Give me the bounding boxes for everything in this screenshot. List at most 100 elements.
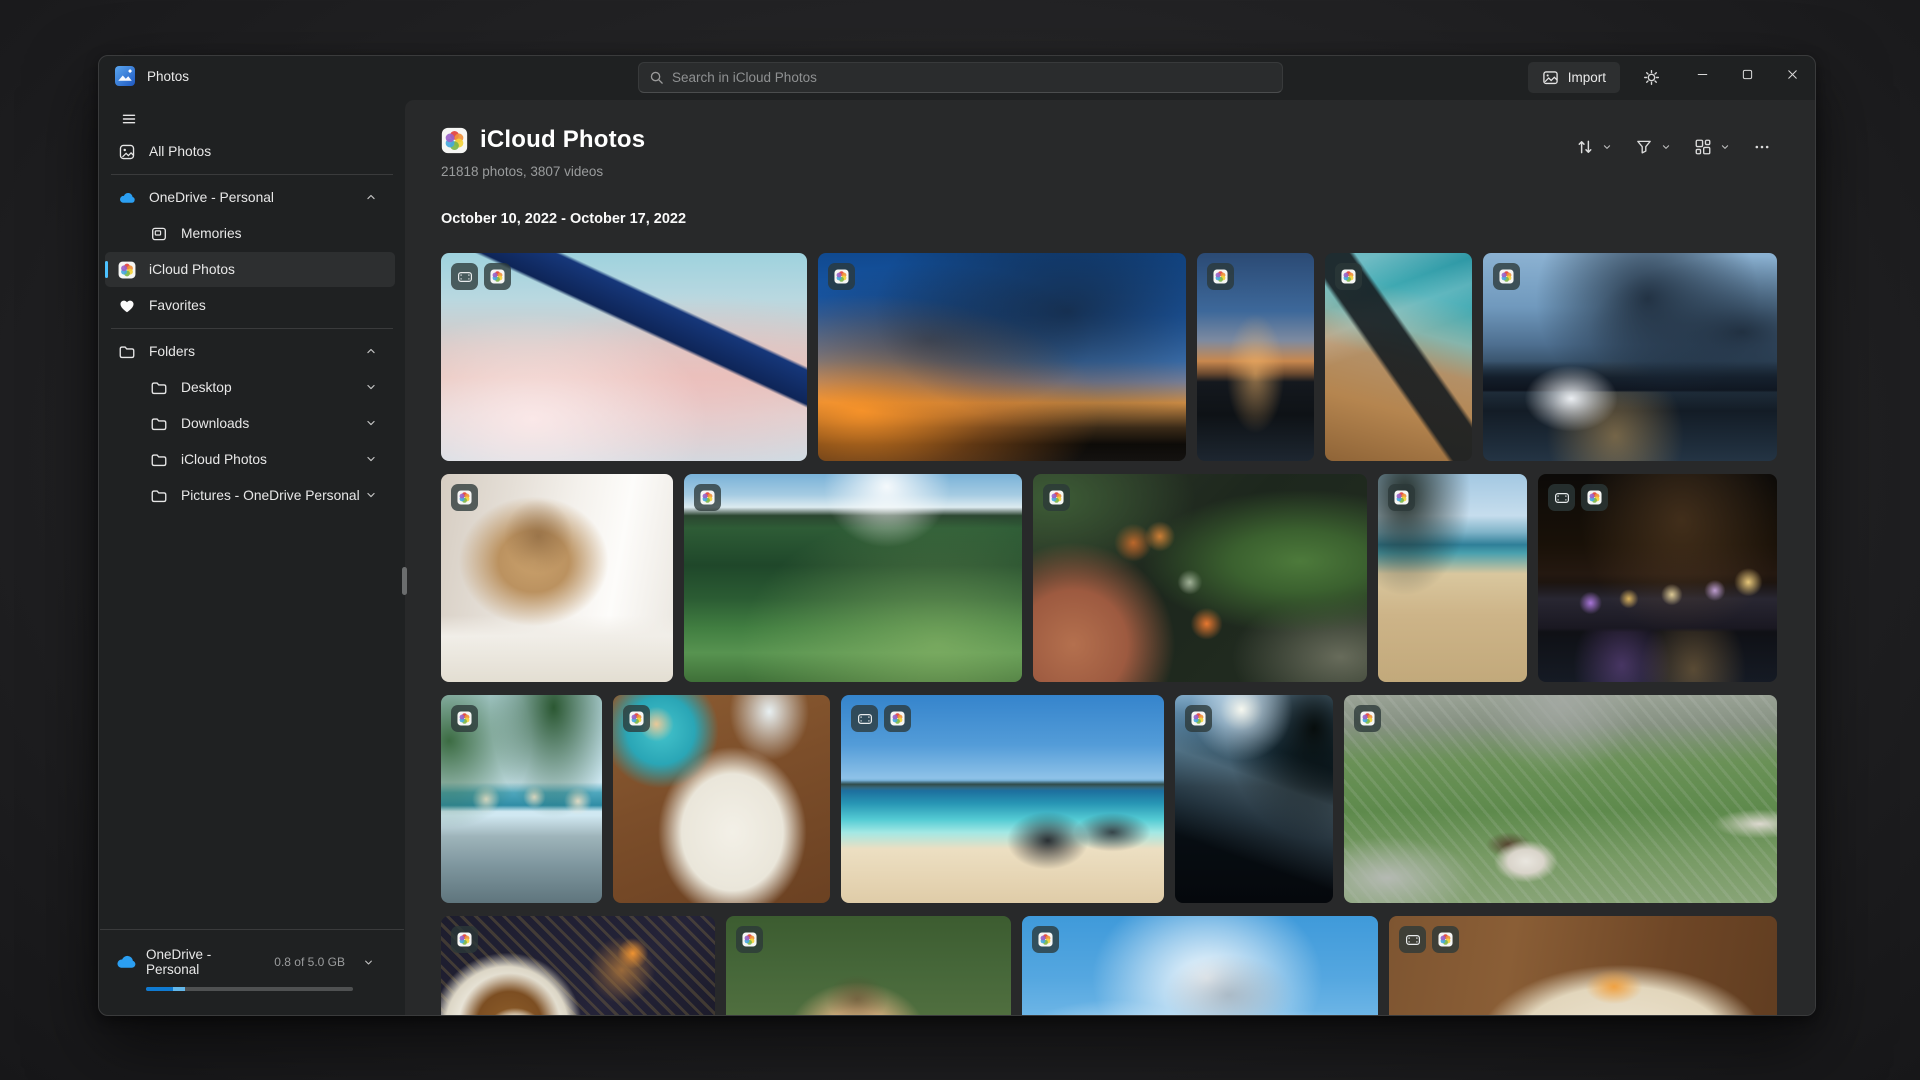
chevron-down-icon[interactable]	[362, 956, 375, 969]
photo-tile[interactable]	[1325, 253, 1472, 461]
icloud-badge-icon	[1032, 926, 1059, 953]
photo-tile[interactable]	[818, 253, 1186, 461]
close-icon	[1785, 67, 1800, 82]
chevron-up-icon	[364, 190, 378, 204]
search-input[interactable]	[672, 70, 1272, 85]
layout-button[interactable]	[1688, 132, 1737, 162]
sidebar-item-desktop[interactable]: Desktop	[105, 370, 395, 405]
page-title: iCloud Photos	[480, 126, 646, 153]
photo-badges	[1207, 263, 1234, 290]
storage-progress-used	[146, 987, 173, 991]
folder-icon	[150, 451, 168, 469]
photo-badges	[451, 705, 478, 732]
storage-usage: 0.8 of 5.0 GB	[274, 955, 345, 969]
chevron-down-icon	[364, 380, 378, 394]
gallery-toolbar	[1570, 132, 1777, 162]
photo-badges	[1493, 263, 1520, 290]
sidebar-item-icloud-photos[interactable]: iCloud Photos	[105, 442, 395, 477]
sidebar-item-icloud-photos[interactable]: iCloud Photos	[105, 252, 395, 287]
sidebar-resize-handle[interactable]	[402, 567, 407, 595]
chevron-up-icon	[364, 344, 378, 358]
memories-icon	[150, 225, 168, 243]
chevron-down-icon	[364, 416, 378, 430]
video-badge-icon	[851, 705, 878, 732]
sort-button[interactable]	[1570, 132, 1619, 162]
sidebar-item-label: Pictures - OneDrive Personal	[181, 488, 360, 503]
icloud-badge-icon	[1581, 484, 1608, 511]
sidebar-item-label: OneDrive - Personal	[149, 190, 274, 205]
chevron-down-icon	[1601, 141, 1613, 153]
import-icon	[1542, 69, 1559, 86]
icloud-badge-icon	[1354, 705, 1381, 732]
photo-badges	[1335, 263, 1362, 290]
photo-tile[interactable]	[1197, 253, 1314, 461]
import-button[interactable]: Import	[1527, 62, 1620, 93]
photos-app-icon	[115, 66, 135, 86]
photos-app-window: Photos Import	[98, 55, 1816, 1016]
sidebar-item-label: Memories	[181, 226, 242, 241]
sidebar-item-pictures-onedrive-personal[interactable]: Pictures - OneDrive Personal	[105, 478, 395, 513]
icloud-photos-icon	[441, 127, 468, 154]
sidebar-item-all-photos[interactable]: All Photos	[105, 134, 395, 169]
close-button[interactable]	[1770, 56, 1815, 92]
filter-button[interactable]	[1629, 132, 1678, 162]
photo-badges	[451, 484, 478, 511]
sidebar-item-memories[interactable]: Memories	[105, 216, 395, 251]
photo-row	[441, 253, 1777, 461]
video-badge-icon	[451, 263, 478, 290]
maximize-button[interactable]	[1725, 56, 1770, 92]
photo-tile[interactable]	[1344, 695, 1777, 903]
icloud-badge-icon	[1185, 705, 1212, 732]
chevron-down-icon	[1660, 141, 1672, 153]
settings-button[interactable]	[1630, 62, 1672, 93]
search-icon	[649, 70, 664, 85]
divider	[111, 328, 393, 329]
photo-tile[interactable]	[1483, 253, 1777, 461]
photo-badges	[1399, 926, 1459, 953]
search-box[interactable]	[638, 62, 1283, 93]
onedrive-icon	[115, 951, 137, 973]
filter-icon	[1635, 138, 1653, 156]
minimize-button[interactable]	[1680, 56, 1725, 92]
sidebar-item-favorites[interactable]: Favorites	[105, 288, 395, 323]
photo-tile[interactable]	[1389, 916, 1777, 1015]
sidebar-item-label: Favorites	[149, 298, 206, 313]
icloud-badge-icon	[1335, 263, 1362, 290]
photo-tile[interactable]	[441, 916, 715, 1015]
photo-tile[interactable]	[726, 916, 1011, 1015]
menu-toggle-button[interactable]	[113, 105, 145, 133]
folder-icon	[150, 415, 168, 433]
sidebar-item-folders[interactable]: Folders	[105, 334, 395, 369]
photo-tile[interactable]	[1175, 695, 1333, 903]
sidebar-item-onedrive-personal[interactable]: OneDrive - Personal	[105, 180, 395, 215]
main-panel: iCloud Photos 21818 photos, 3807 videos …	[405, 100, 1815, 1015]
sidebar-nav: All Photos OneDrive - Personal Memories iCl…	[99, 134, 405, 514]
icloud-badge-icon	[1493, 263, 1520, 290]
folder-icon	[150, 379, 168, 397]
photo-row	[441, 695, 1777, 903]
photo-tile[interactable]	[441, 695, 602, 903]
icloud-badge-icon	[451, 484, 478, 511]
photo-badges	[623, 705, 650, 732]
photo-badges	[451, 926, 478, 953]
photo-tile[interactable]	[1033, 474, 1367, 682]
more-button[interactable]	[1747, 132, 1777, 162]
library-counts: 21818 photos, 3807 videos	[441, 164, 604, 179]
photo-tile[interactable]	[1538, 474, 1777, 682]
video-badge-icon	[1399, 926, 1426, 953]
folder-icon	[150, 487, 168, 505]
photo-tile[interactable]	[841, 695, 1164, 903]
photo-tile[interactable]	[1378, 474, 1527, 682]
photo-tile[interactable]	[684, 474, 1022, 682]
sidebar-item-label: iCloud Photos	[181, 452, 267, 467]
photo-badges	[1043, 484, 1070, 511]
photo-badges	[851, 705, 911, 732]
heart-icon	[118, 297, 136, 315]
photo-tile[interactable]	[1022, 916, 1378, 1015]
divider	[100, 929, 404, 930]
photo-tile[interactable]	[441, 474, 673, 682]
photo-tile[interactable]	[613, 695, 830, 903]
photo-tile[interactable]	[441, 253, 807, 461]
hamburger-icon	[121, 111, 137, 127]
sidebar-item-downloads[interactable]: Downloads	[105, 406, 395, 441]
